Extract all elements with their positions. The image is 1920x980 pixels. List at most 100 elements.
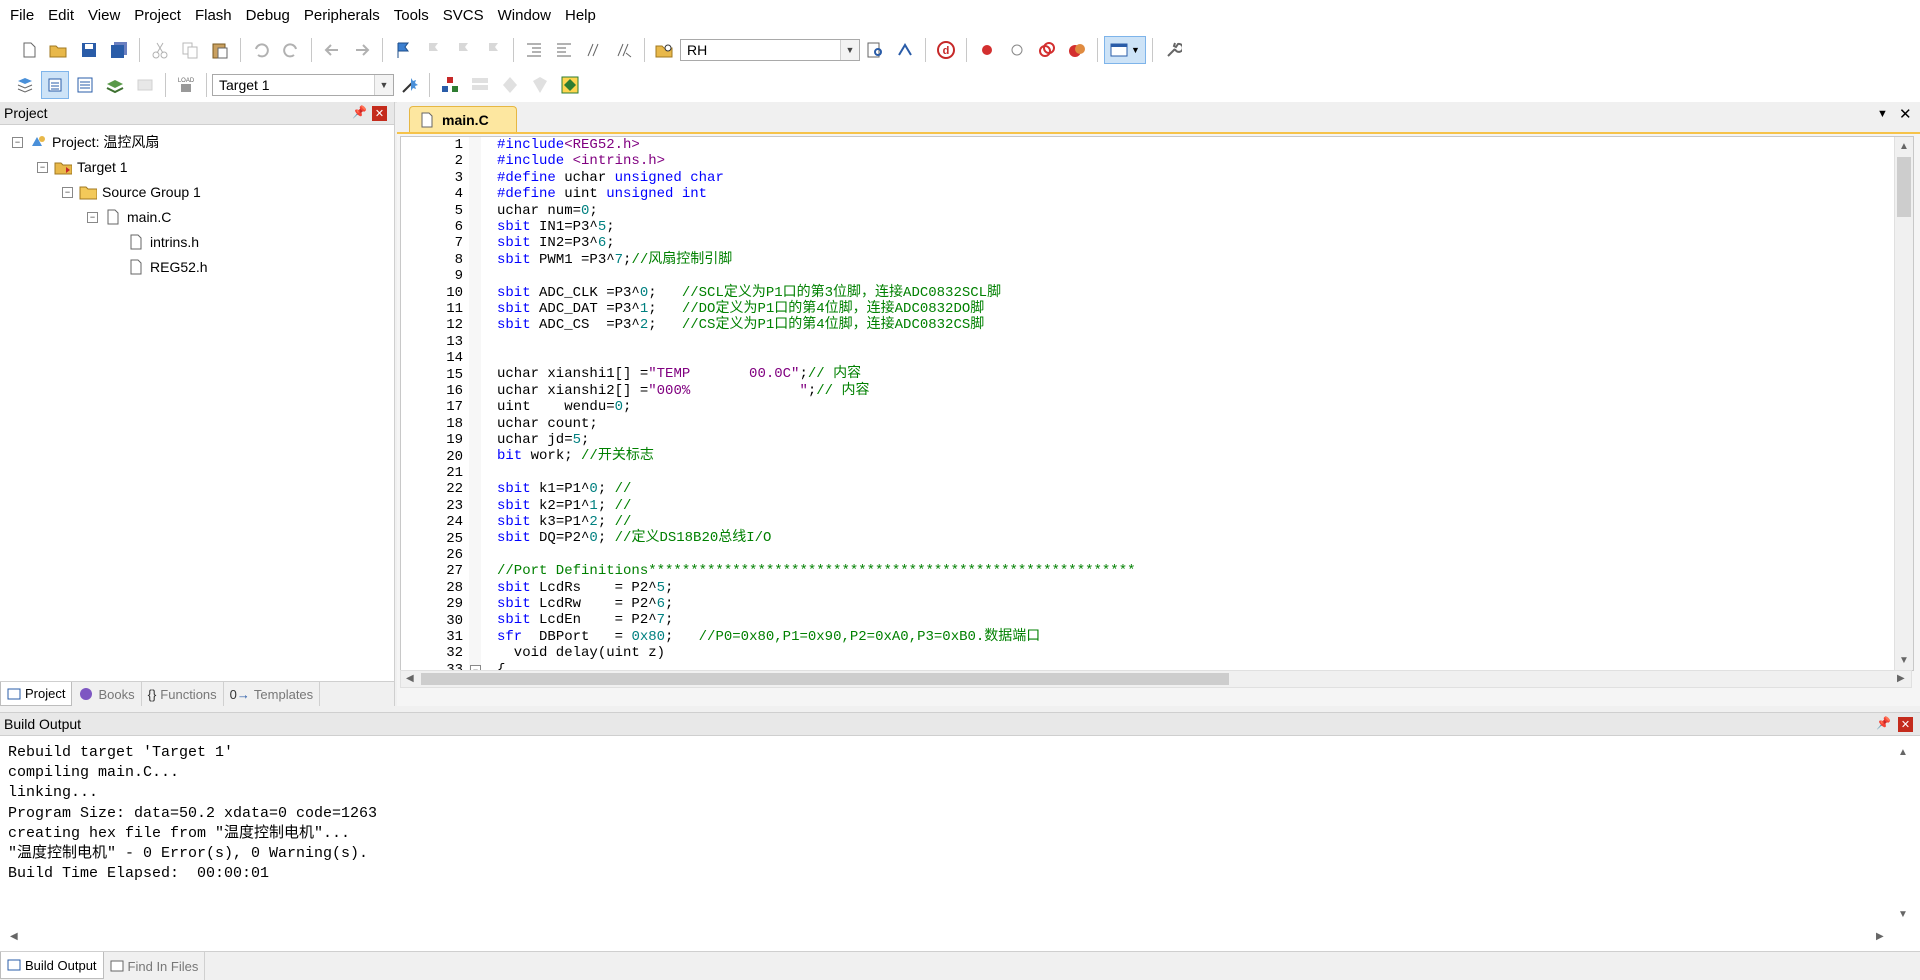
bookmark-icon[interactable] (389, 36, 417, 64)
copy-icon[interactable] (176, 36, 204, 64)
scroll-left-icon[interactable]: ◀ (406, 673, 414, 684)
code-line[interactable]: sbit LcdRw = P2^6; (497, 596, 1893, 612)
insert-breakpoint-icon[interactable] (973, 36, 1001, 64)
menu-edit[interactable]: Edit (41, 0, 81, 32)
rebuild-icon[interactable] (71, 71, 99, 99)
scroll-down-icon[interactable]: ▼ (1898, 909, 1908, 920)
code-line[interactable]: uchar jd=5; (497, 432, 1893, 448)
tab-find-in-files[interactable]: Find In Files (104, 952, 206, 980)
paste-icon[interactable] (206, 36, 234, 64)
code-line[interactable]: sbit k1=P1^0; // (497, 481, 1893, 497)
tab-main-c[interactable]: main.C (409, 106, 517, 132)
code-line[interactable]: #include<REG52.h> (497, 137, 1893, 153)
menu-view[interactable]: View (81, 0, 127, 32)
window-layout-icon[interactable]: ▼ (1104, 35, 1146, 64)
tab-functions[interactable]: {} Functions (142, 682, 224, 706)
menu-debug[interactable]: Debug (239, 0, 297, 32)
close-icon[interactable]: ✕ (372, 106, 387, 121)
code-line[interactable]: bit work; //开关标志 (497, 448, 1893, 464)
code-line[interactable]: uchar count; (497, 416, 1893, 432)
code-line[interactable]: void delay(uint z) (497, 645, 1893, 661)
code-line[interactable]: sfr DBPort = 0x80; //P0=0x80,P1=0x90,P2=… (497, 629, 1893, 645)
vertical-scroll-thumb[interactable] (1897, 157, 1911, 217)
close-icon[interactable]: ✕ (1898, 717, 1913, 732)
stop-build-icon[interactable] (131, 71, 159, 99)
translate-icon[interactable] (11, 71, 39, 99)
uncomment-icon[interactable] (610, 36, 638, 64)
find-icon[interactable] (861, 36, 889, 64)
code-line[interactable]: sbit k2=P1^1; // (497, 498, 1893, 514)
code-line[interactable]: sbit LcdRs = P2^5; (497, 580, 1893, 596)
code-line[interactable] (497, 465, 1893, 481)
collapse-icon[interactable]: − (12, 136, 23, 148)
find-in-files-icon[interactable] (651, 36, 679, 64)
menu-window[interactable]: Window (491, 0, 558, 32)
tab-project[interactable]: Project (0, 682, 73, 706)
code-line[interactable]: uint wendu=0; (497, 399, 1893, 415)
download-icon[interactable]: LOAD (172, 71, 200, 99)
menu-project[interactable]: Project (127, 0, 188, 32)
navigate-back-icon[interactable] (318, 36, 346, 64)
code-line[interactable]: #define uchar unsigned char (497, 170, 1893, 186)
code-line[interactable]: sbit IN2=P3^6; (497, 235, 1893, 251)
comment-icon[interactable] (580, 36, 608, 64)
horizontal-scroll-thumb[interactable] (421, 673, 1229, 685)
code-line[interactable] (497, 350, 1893, 366)
configure-icon[interactable] (1159, 36, 1187, 64)
code-line[interactable]: sbit ADC_CS =P3^2; //CS定义为P1口的第4位脚，连接ADC… (497, 317, 1893, 333)
collapse-icon[interactable]: − (87, 211, 98, 223)
scroll-left-icon[interactable]: ◀ (10, 931, 18, 942)
tree-node[interactable]: − Target 1 (37, 156, 128, 178)
close-editor-icon[interactable]: ✕ (1899, 105, 1912, 123)
collapse-icon[interactable]: − (62, 186, 73, 198)
code-line[interactable]: sbit ADC_CLK =P3^0; //SCL定义为P1口的第3位脚，连接A… (497, 285, 1893, 301)
navigate-forward-icon[interactable] (348, 36, 376, 64)
build-icon[interactable] (41, 70, 69, 99)
scroll-down-icon[interactable]: ▼ (1899, 655, 1909, 666)
chevron-down-icon[interactable]: ▼ (840, 39, 859, 60)
code-line[interactable]: #define uint unsigned int (497, 186, 1893, 202)
tree-node[interactable]: − main.C (87, 206, 171, 228)
code-line[interactable]: #include <intrins.h> (497, 153, 1893, 169)
incremental-find-icon[interactable] (891, 36, 919, 64)
code-line[interactable]: sbit DQ=P2^0; //定义DS18B20总线I/O (497, 530, 1893, 546)
vertical-scrollbar[interactable]: ▲ ▼ (1894, 137, 1913, 670)
code-editor[interactable]: 1 2 3 4 5 6 7 8 9 10 11 12 13 14 15 16 17 18 19 20 21 22 23 24 2… (400, 136, 1914, 671)
tab-list-dropdown-icon[interactable]: ▼ (1877, 108, 1888, 120)
code-line[interactable]: uchar num=0; (497, 203, 1893, 219)
scroll-right-icon[interactable]: ▶ (1897, 673, 1905, 684)
code-line[interactable] (497, 547, 1893, 563)
menu-help[interactable]: Help (558, 0, 603, 32)
tree-node[interactable]: − Project: 温控风扇 (12, 131, 159, 153)
tree-node[interactable]: REG52.h (112, 256, 208, 278)
cut-icon[interactable] (146, 36, 174, 64)
disable-breakpoints-icon[interactable] (1033, 36, 1061, 64)
menu-peripherals[interactable]: Peripherals (297, 0, 387, 32)
pin-icon[interactable]: 📌 (352, 105, 367, 119)
unindent-icon[interactable] (550, 36, 578, 64)
code-line[interactable]: uchar xianshi1[] ="TEMP 00.0C";// 内容 (497, 366, 1893, 382)
code-line[interactable]: sbit LcdEn = P2^7; (497, 612, 1893, 628)
horizontal-scrollbar[interactable]: ◀ ▶ (400, 670, 1912, 688)
code-line[interactable]: sbit k3=P1^2; // (497, 514, 1893, 530)
tab-books[interactable]: Books (72, 682, 142, 706)
tree-node[interactable]: − Source Group 1 (62, 181, 201, 203)
debug-session-icon[interactable]: d (932, 36, 960, 64)
previous-bookmark-icon[interactable] (419, 36, 447, 64)
tab-build-output[interactable]: Build Output (0, 952, 104, 979)
target-combo[interactable]: Target 1 ▼ (212, 73, 394, 96)
save-icon[interactable] (75, 36, 103, 64)
code-line[interactable]: sbit PWM1 =P3^7;//风扇控制引脚 (497, 252, 1893, 268)
manage-rte-icon[interactable] (526, 71, 554, 99)
kill-breakpoints-icon[interactable] (1063, 36, 1091, 64)
select-packs-icon[interactable] (496, 71, 524, 99)
code-line[interactable]: //Port Definitions**********************… (497, 563, 1893, 579)
undo-icon[interactable] (247, 36, 275, 64)
redo-icon[interactable] (277, 36, 305, 64)
manage-project-icon[interactable] (466, 71, 494, 99)
menu-flash[interactable]: Flash (188, 0, 239, 32)
menu-svcs[interactable]: SVCS (436, 0, 491, 32)
code-line[interactable]: sbit IN1=P3^5; (497, 219, 1893, 235)
new-file-icon[interactable] (15, 36, 43, 64)
chevron-down-icon[interactable]: ▼ (374, 74, 393, 95)
